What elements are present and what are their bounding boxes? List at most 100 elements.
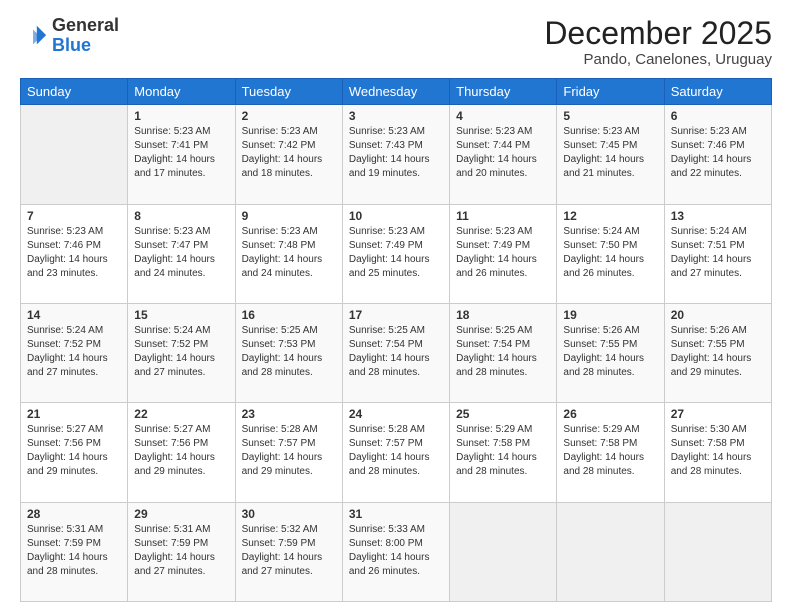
calendar-header-row: Sunday Monday Tuesday Wednesday Thursday… [21, 79, 772, 105]
day-number: 25 [456, 407, 550, 421]
table-row: 5 Sunrise: 5:23 AM Sunset: 7:45 PM Daylig… [557, 105, 664, 204]
table-row: 24Sunrise: 5:28 AM Sunset: 7:57 PM Dayli… [342, 403, 449, 502]
table-row: 25Sunrise: 5:29 AM Sunset: 7:58 PM Dayli… [450, 403, 557, 502]
day-info: Sunrise: 5:25 AM Sunset: 7:54 PM Dayligh… [349, 324, 443, 380]
table-row: 6 Sunrise: 5:23 AM Sunset: 7:46 PM Daylig… [664, 105, 771, 204]
table-row [664, 502, 771, 601]
day-info: Sunrise: 5:27 AM Sunset: 7:56 PM Dayligh… [27, 423, 121, 479]
day-info: Sunrise: 5:33 AM Sunset: 8:00 PM Dayligh… [349, 523, 443, 579]
logo-icon [20, 22, 48, 50]
weekday-friday: Friday [557, 79, 664, 105]
table-row: 11 Sunrise: 5:23 AM Sunset: 7:49 PM Dayli… [450, 204, 557, 303]
day-number: 13 [671, 209, 765, 223]
day-number: 24 [349, 407, 443, 421]
day-number: 28 [27, 507, 121, 521]
day-info: Sunrise: 5:23 AM Sunset: 7:41 PM Dayligh… [134, 125, 228, 181]
day-number: 5 [563, 109, 657, 123]
day-number: 18 [456, 308, 550, 322]
day-number: 19 [563, 308, 657, 322]
page: General Blue December 2025 Pando, Canelo… [0, 0, 792, 612]
day-number: 26 [563, 407, 657, 421]
day-number: 4 [456, 109, 550, 123]
header: General Blue December 2025 Pando, Canelo… [20, 16, 772, 68]
day-number: 12 [563, 209, 657, 223]
day-number: 7 [27, 209, 121, 223]
calendar-week-row: 7 Sunrise: 5:23 AM Sunset: 7:46 PM Daylig… [21, 204, 772, 303]
table-row: 29 Sunrise: 5:31 AM Sunset: 7:59 PM Dayli… [128, 502, 235, 601]
month-title: December 2025 [544, 16, 772, 51]
day-info: Sunrise: 5:23 AM Sunset: 7:49 PM Dayligh… [349, 225, 443, 281]
day-number: 31 [349, 507, 443, 521]
table-row: 2 Sunrise: 5:23 AM Sunset: 7:42 PM Daylig… [235, 105, 342, 204]
day-number: 16 [242, 308, 336, 322]
day-info: Sunrise: 5:29 AM Sunset: 7:58 PM Dayligh… [563, 423, 657, 479]
day-info: Sunrise: 5:23 AM Sunset: 7:49 PM Dayligh… [456, 225, 550, 281]
table-row: 10 Sunrise: 5:23 AM Sunset: 7:49 PM Dayli… [342, 204, 449, 303]
day-info: Sunrise: 5:25 AM Sunset: 7:54 PM Dayligh… [456, 324, 550, 380]
day-number: 11 [456, 209, 550, 223]
table-row: 15Sunrise: 5:24 AM Sunset: 7:52 PM Dayli… [128, 303, 235, 402]
calendar-week-row: 14 Sunrise: 5:24 AM Sunset: 7:52 PM Dayli… [21, 303, 772, 402]
table-row: 26 Sunrise: 5:29 AM Sunset: 7:58 PM Dayli… [557, 403, 664, 502]
table-row: 23 Sunrise: 5:28 AM Sunset: 7:57 PM Dayli… [235, 403, 342, 502]
day-number: 3 [349, 109, 443, 123]
day-number: 10 [349, 209, 443, 223]
day-info: Sunrise: 5:23 AM Sunset: 7:46 PM Dayligh… [671, 125, 765, 181]
table-row: 4 Sunrise: 5:23 AM Sunset: 7:44 PM Daylig… [450, 105, 557, 204]
table-row: 21 Sunrise: 5:27 AM Sunset: 7:56 PM Dayli… [21, 403, 128, 502]
day-info: Sunrise: 5:23 AM Sunset: 7:47 PM Dayligh… [134, 225, 228, 281]
day-number: 29 [134, 507, 228, 521]
day-info: Sunrise: 5:23 AM Sunset: 7:44 PM Dayligh… [456, 125, 550, 181]
day-info: Sunrise: 5:26 AM Sunset: 7:55 PM Dayligh… [671, 324, 765, 380]
day-number: 23 [242, 407, 336, 421]
day-number: 8 [134, 209, 228, 223]
table-row: 30Sunrise: 5:32 AM Sunset: 7:59 PM Dayli… [235, 502, 342, 601]
table-row [450, 502, 557, 601]
day-number: 22 [134, 407, 228, 421]
table-row: 13 Sunrise: 5:24 AM Sunset: 7:51 PM Dayli… [664, 204, 771, 303]
day-info: Sunrise: 5:23 AM Sunset: 7:45 PM Dayligh… [563, 125, 657, 181]
table-row [557, 502, 664, 601]
day-info: Sunrise: 5:24 AM Sunset: 7:52 PM Dayligh… [27, 324, 121, 380]
day-info: Sunrise: 5:23 AM Sunset: 7:46 PM Dayligh… [27, 225, 121, 281]
weekday-tuesday: Tuesday [235, 79, 342, 105]
day-info: Sunrise: 5:24 AM Sunset: 7:51 PM Dayligh… [671, 225, 765, 281]
table-row: 8 Sunrise: 5:23 AM Sunset: 7:47 PM Daylig… [128, 204, 235, 303]
table-row: 18 Sunrise: 5:25 AM Sunset: 7:54 PM Dayli… [450, 303, 557, 402]
day-number: 9 [242, 209, 336, 223]
calendar-week-row: 21 Sunrise: 5:27 AM Sunset: 7:56 PM Dayli… [21, 403, 772, 502]
day-number: 6 [671, 109, 765, 123]
day-number: 1 [134, 109, 228, 123]
calendar-table: Sunday Monday Tuesday Wednesday Thursday… [20, 78, 772, 602]
table-row: 28 Sunrise: 5:31 AM Sunset: 7:59 PM Dayli… [21, 502, 128, 601]
day-info: Sunrise: 5:23 AM Sunset: 7:48 PM Dayligh… [242, 225, 336, 281]
table-row: 7 Sunrise: 5:23 AM Sunset: 7:46 PM Daylig… [21, 204, 128, 303]
day-info: Sunrise: 5:23 AM Sunset: 7:42 PM Dayligh… [242, 125, 336, 181]
table-row: 14 Sunrise: 5:24 AM Sunset: 7:52 PM Dayli… [21, 303, 128, 402]
table-row: 12Sunrise: 5:24 AM Sunset: 7:50 PM Dayli… [557, 204, 664, 303]
table-row: 16Sunrise: 5:25 AM Sunset: 7:53 PM Dayli… [235, 303, 342, 402]
day-info: Sunrise: 5:31 AM Sunset: 7:59 PM Dayligh… [27, 523, 121, 579]
table-row: 20Sunrise: 5:26 AM Sunset: 7:55 PM Dayli… [664, 303, 771, 402]
day-info: Sunrise: 5:27 AM Sunset: 7:56 PM Dayligh… [134, 423, 228, 479]
logo-text: General Blue [52, 16, 119, 56]
table-row: 31 Sunrise: 5:33 AM Sunset: 8:00 PM Dayli… [342, 502, 449, 601]
day-number: 2 [242, 109, 336, 123]
table-row: 1 Sunrise: 5:23 AM Sunset: 7:41 PM Daylig… [128, 105, 235, 204]
day-number: 14 [27, 308, 121, 322]
day-number: 17 [349, 308, 443, 322]
day-info: Sunrise: 5:31 AM Sunset: 7:59 PM Dayligh… [134, 523, 228, 579]
title-block: December 2025 Pando, Canelones, Uruguay [544, 16, 772, 68]
day-info: Sunrise: 5:28 AM Sunset: 7:57 PM Dayligh… [242, 423, 336, 479]
weekday-sunday: Sunday [21, 79, 128, 105]
table-row: 3Sunrise: 5:23 AM Sunset: 7:43 PM Daylig… [342, 105, 449, 204]
day-number: 27 [671, 407, 765, 421]
day-info: Sunrise: 5:26 AM Sunset: 7:55 PM Dayligh… [563, 324, 657, 380]
table-row [21, 105, 128, 204]
table-row: 19 Sunrise: 5:26 AM Sunset: 7:55 PM Dayli… [557, 303, 664, 402]
logo-general-text: General [52, 15, 119, 35]
calendar-week-row: 28 Sunrise: 5:31 AM Sunset: 7:59 PM Dayli… [21, 502, 772, 601]
day-number: 21 [27, 407, 121, 421]
day-info: Sunrise: 5:32 AM Sunset: 7:59 PM Dayligh… [242, 523, 336, 579]
weekday-thursday: Thursday [450, 79, 557, 105]
